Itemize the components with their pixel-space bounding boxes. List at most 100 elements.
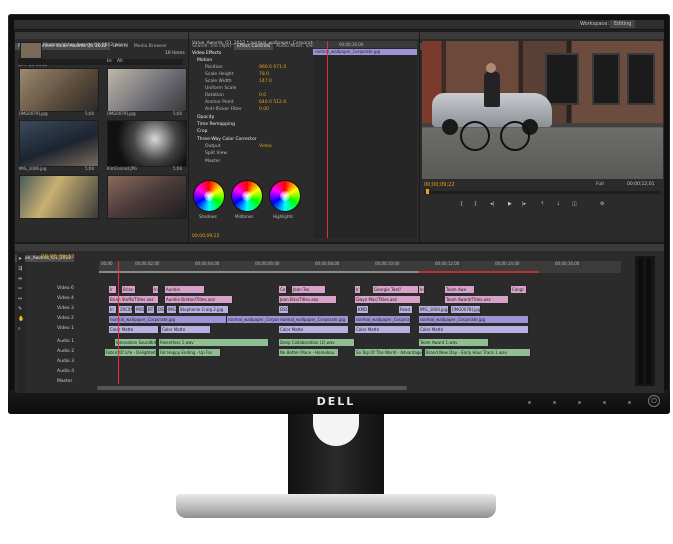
timeline-clip[interactable]: Ir (355, 286, 361, 293)
extract-icon[interactable]: ⇣ (556, 200, 560, 208)
timeline-clip[interactable]: Jean Elks/Titles.aez (279, 296, 337, 303)
timeline-clip[interactable]: BT (147, 306, 155, 313)
shadows-wheel[interactable] (193, 180, 225, 212)
timeline-clip[interactable]: DSC (279, 306, 289, 313)
mark-in-icon[interactable]: { (460, 200, 463, 208)
timeline-clip[interactable]: Aurelie Breton/Titles.aez (165, 296, 233, 303)
workspace-select[interactable]: Editing (610, 20, 636, 28)
timeline-clip[interactable]: Jean Tex (292, 286, 326, 293)
timeline-clip[interactable]: Color Matte (161, 326, 211, 333)
pen-tool-icon[interactable]: ✎ (18, 305, 22, 313)
track-header[interactable]: Video 2 (57, 316, 74, 321)
in-select[interactable]: All (117, 58, 123, 66)
timeline-clip[interactable]: Aurelie (165, 286, 205, 293)
timeline-clip[interactable]: normal_wallpaper_Corporate.jpg (109, 316, 227, 323)
timeline-clip[interactable]: KMD (357, 306, 369, 313)
timeline-clip[interactable]: Team Awe (445, 286, 475, 293)
effect-row-value[interactable]: 0.00 (259, 106, 269, 114)
mini-playhead[interactable] (327, 41, 328, 238)
timeline-clip[interactable]: Color Matte (355, 326, 411, 333)
timeline-clip[interactable]: So Top Of The World - Advantage (355, 349, 423, 356)
timeline-clip[interactable]: normal_wallpaper_Corporate.jpg (355, 316, 411, 323)
clip-thumbnail[interactable] (107, 68, 187, 112)
settings-icon[interactable]: ⚙ (600, 200, 604, 208)
program-playhead[interactable] (426, 189, 429, 194)
mark-out-icon[interactable]: } (474, 200, 477, 208)
ripple-tool-icon[interactable]: ⇹ (18, 275, 22, 283)
step-forward-icon[interactable]: |▸ (522, 200, 526, 208)
timeline-clip[interactable]: Color Matte (419, 326, 529, 333)
timeline-clip[interactable]: Fat Happy Ending - Up For (159, 349, 221, 356)
timeline-clip[interactable]: Deep Collaboration (2).wav (279, 339, 355, 346)
selection-tool-icon[interactable]: ➤ (18, 255, 22, 263)
track-header[interactable]: Video 3 (57, 306, 74, 311)
timeline-clip[interactable]: Relentless 1.wav (159, 339, 269, 346)
tab-media-browser[interactable]: Media Browser (131, 43, 170, 50)
timeline-clip[interactable]: In (153, 286, 159, 293)
lift-icon[interactable]: ⇡ (540, 200, 544, 208)
timeline-clip[interactable]: IMG_1004.jpg (419, 306, 449, 313)
timeline-clip[interactable]: normal_wallpaper_Corporate.jpg (279, 316, 349, 323)
monitor-button[interactable] (528, 401, 531, 404)
highlights-wheel[interactable] (269, 180, 301, 212)
timeline-clip[interactable]: Brian (122, 286, 136, 293)
clip-thumbnail[interactable] (107, 120, 187, 167)
effect-row-value[interactable]: 147.0 (259, 78, 272, 86)
timeline-clip[interactable]: Congr (511, 286, 527, 293)
monitor-button[interactable] (578, 401, 581, 404)
track-header[interactable]: Audio 2 (57, 349, 74, 354)
zoom-tool-icon[interactable]: ⌕ (18, 325, 21, 333)
track-header[interactable]: Video 4 (57, 296, 74, 301)
timeline-clip[interactable]: Read (399, 306, 413, 313)
timeline-ruler[interactable]: 00;00 00;00;02;00 00;00;04;00 00;00;06;0… (99, 261, 621, 273)
program-scrubber[interactable] (424, 191, 660, 194)
track-header[interactable]: Master (57, 379, 72, 384)
video-frame[interactable] (422, 41, 663, 179)
timeline-clip[interactable]: Color Matte (109, 326, 159, 333)
timeline-clip[interactable]: Ir (109, 286, 117, 293)
track-header[interactable]: Video 6 (57, 286, 74, 291)
track-select-tool-icon[interactable]: ⇶ (18, 265, 22, 273)
monitor-button[interactable] (603, 401, 606, 404)
timeline-clip[interactable]: Gwyn Mac/Titles.aez (355, 296, 421, 303)
timeline-clip[interactable]: No Better Place - Homebou (279, 349, 339, 356)
effect-row-value[interactable]: Video (259, 143, 272, 151)
monitor-button[interactable] (628, 401, 631, 404)
midtones-wheel[interactable] (231, 180, 263, 212)
track-header[interactable]: Video 1 (57, 326, 74, 331)
timeline-clip[interactable]: Team Award 1.wav (419, 339, 489, 346)
timeline-clip[interactable]: Innovation Soundbite (115, 339, 157, 346)
mini-clip[interactable]: normal_wallpaper_Corporate.jpg (313, 49, 417, 55)
clip-thumbnail[interactable] (19, 68, 99, 112)
timeline-clip[interactable]: In (109, 306, 117, 313)
work-area-bar[interactable] (99, 271, 419, 273)
timeline-playhead[interactable] (118, 261, 119, 384)
timeline-scrollbar[interactable] (97, 386, 407, 390)
timeline-clip[interactable]: IMG (167, 306, 177, 313)
timeline-clip[interactable]: Brand New Day - Early Hour Track 1.wav (425, 349, 531, 356)
search-input[interactable] (18, 59, 183, 65)
clip-thumbnail[interactable] (107, 175, 187, 219)
timeline-clip[interactable]: [IMG0078].jpg (451, 306, 481, 313)
timeline-clip[interactable]: Color Matte (279, 326, 349, 333)
step-back-icon[interactable]: ◂| (490, 200, 494, 208)
clip-thumbnail[interactable] (19, 120, 99, 167)
timeline-clip[interactable]: In (419, 286, 425, 293)
timeline-clip[interactable]: normal_wallpaper_Corporate.jpg (419, 316, 529, 323)
razor-tool-icon[interactable]: ✂ (18, 285, 22, 293)
clip-thumbnail[interactable] (19, 175, 99, 219)
timeline-clip[interactable]: 2RC0N (119, 306, 133, 313)
hand-tool-icon[interactable]: ✋ (18, 315, 24, 323)
timeline-clip[interactable]: Fabric Of Life - Delighted (105, 349, 157, 356)
timeline-clip[interactable]: Team Award/Titles.aez (445, 296, 509, 303)
timeline-clip[interactable]: Ce (279, 286, 287, 293)
track-header[interactable]: Audio 3 (57, 359, 74, 364)
monitor-button[interactable] (553, 401, 556, 404)
timeline-clip[interactable]: DSC (157, 306, 165, 313)
timeline-clip[interactable]: Georgie Text? (373, 286, 419, 293)
timeline-clip[interactable]: PRO (135, 306, 145, 313)
track-header[interactable]: Audio 4 (57, 369, 74, 374)
timeline-clip[interactable]: Stephanie Craig 2.jpg (179, 306, 229, 313)
export-frame-icon[interactable]: ◫ (572, 200, 577, 208)
slip-tool-icon[interactable]: ↔ (18, 295, 22, 303)
